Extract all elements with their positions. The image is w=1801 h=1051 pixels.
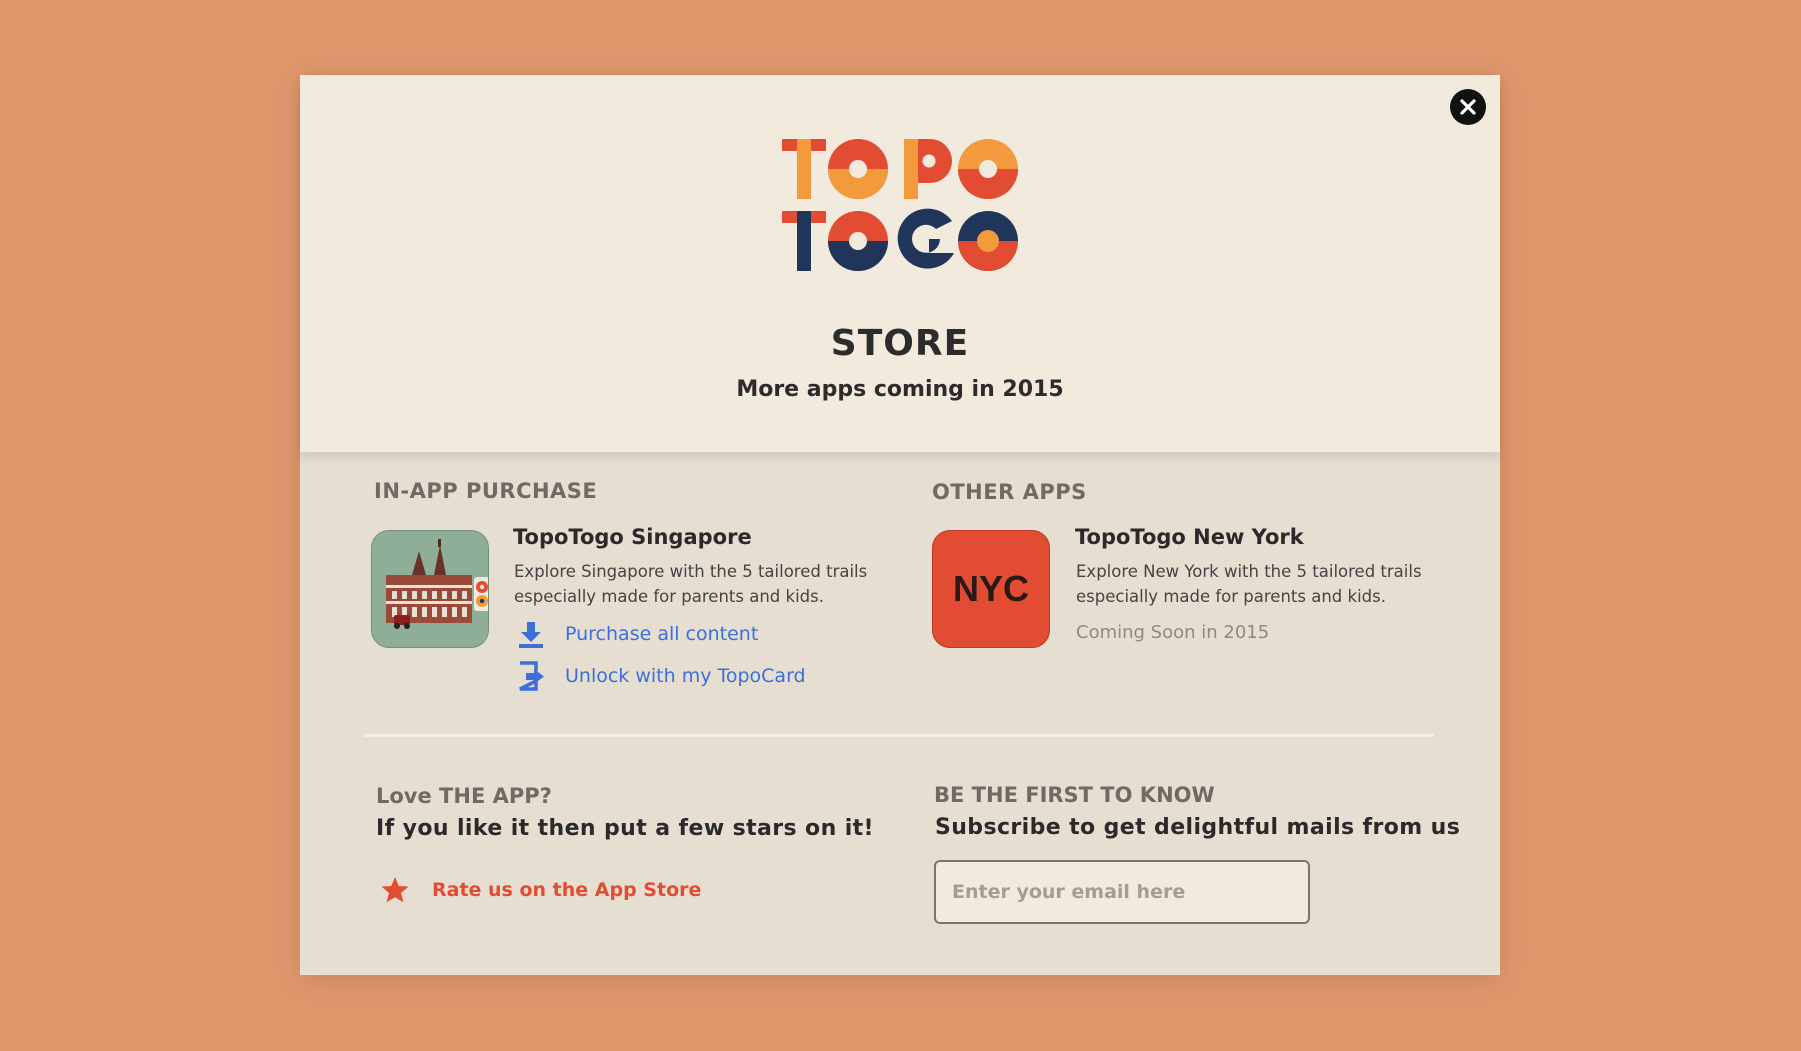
nyc-app-icon: NYC xyxy=(932,530,1050,648)
unlock-topocard-button[interactable]: Unlock with my TopoCard xyxy=(514,661,806,691)
subscribe-heading: BE THE FIRST TO KNOW xyxy=(934,783,1215,807)
other-apps-heading: OTHER APPS xyxy=(932,480,1087,504)
unlock-topocard-label: Unlock with my TopoCard xyxy=(565,665,806,687)
store-subtitle: More apps coming in 2015 xyxy=(736,377,1064,402)
singapore-app-description: Explore Singapore with the 5 tailored tr… xyxy=(514,562,868,606)
coming-soon-status: Coming Soon in 2015 xyxy=(1076,622,1270,643)
topotogo-logo xyxy=(782,135,1018,275)
unlock-card-icon xyxy=(514,661,548,691)
email-input[interactable] xyxy=(934,860,1310,924)
love-app-subheading: If you like it then put a few stars on i… xyxy=(376,816,874,841)
in-app-purchase-heading: IN-APP PURCHASE xyxy=(374,479,598,503)
store-title: STORE xyxy=(830,323,970,364)
love-app-heading: Love THE APP? xyxy=(376,784,552,808)
rate-app-store-button[interactable]: Rate us on the App Store xyxy=(380,876,701,904)
singapore-app-name: TopoTogo Singapore xyxy=(513,525,752,549)
rate-app-store-label: Rate us on the App Store xyxy=(432,879,702,901)
close-icon xyxy=(1460,99,1476,115)
star-icon xyxy=(381,877,409,903)
store-header: STORE More apps coming in 2015 xyxy=(300,75,1500,452)
purchase-all-label: Purchase all content xyxy=(565,623,759,645)
subscribe-subheading: Subscribe to get delightful mails from u… xyxy=(935,815,1461,840)
download-icon xyxy=(514,619,548,649)
close-button[interactable] xyxy=(1450,89,1486,125)
newyork-app-description: Explore New York with the 5 tailored tra… xyxy=(1076,562,1422,606)
section-divider xyxy=(364,734,1434,737)
purchase-all-button[interactable]: Purchase all content xyxy=(514,619,758,649)
singapore-app-icon xyxy=(371,530,489,648)
newyork-app-name: TopoTogo New York xyxy=(1075,525,1304,549)
store-modal: STORE More apps coming in 2015 IN-APP PU… xyxy=(300,75,1500,975)
